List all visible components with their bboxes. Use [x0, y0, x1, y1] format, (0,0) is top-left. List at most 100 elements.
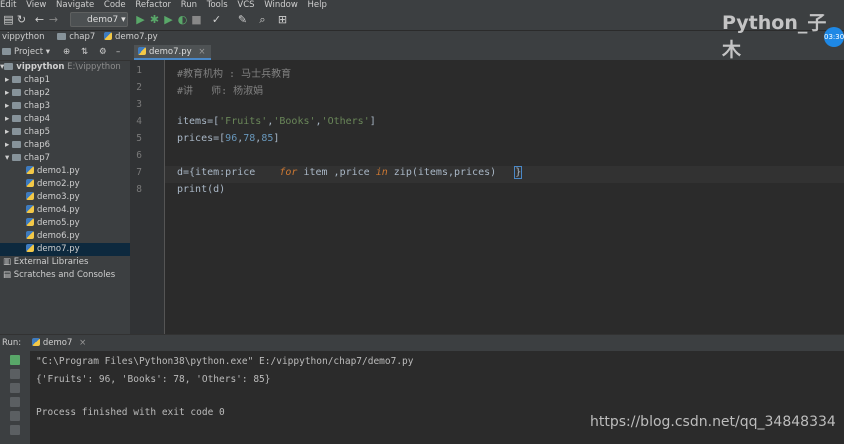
run-console[interactable]: "C:\Program Files\Python38\python.exe" E…	[30, 351, 844, 444]
print-icon[interactable]	[10, 411, 20, 421]
run-config-dropdown[interactable]: demo7 ▾	[70, 12, 128, 27]
trash-icon[interactable]	[10, 425, 20, 435]
folder-icon	[11, 154, 21, 161]
tree-item-chap1[interactable]: ▸ chap1	[0, 74, 135, 87]
expand-arrow-icon: ▾	[5, 153, 10, 163]
tree-item-label: chap3	[23, 101, 51, 111]
line-number: 3	[136, 99, 142, 110]
folder-icon	[11, 115, 21, 122]
tree-item-chap7[interactable]: ▾ chap7	[0, 152, 135, 165]
settings-wrench-icon[interactable]: ✎	[236, 13, 249, 26]
console-output: {'Fruits': 96, 'Books': 78, 'Others': 85…	[36, 374, 271, 385]
tree-scratches[interactable]: ▤ Scratches and Consoles	[0, 269, 133, 282]
structure-icon[interactable]: ⊞	[276, 13, 289, 26]
breadcrumb: vippython chap7 demo7.py	[0, 31, 844, 44]
menu-edit[interactable]: Edit	[0, 0, 16, 10]
run-icon[interactable]: ▶	[134, 13, 147, 26]
tree-item-label: demo5.py	[37, 218, 80, 228]
close-icon[interactable]: ×	[79, 338, 86, 348]
collapse-arrow-icon: ▸	[5, 101, 10, 111]
tree-item-chap5[interactable]: ▸ chap5	[0, 126, 135, 139]
timer-badge: 03:30	[824, 27, 844, 47]
line-number: 4	[136, 116, 142, 127]
menu-refactor[interactable]: Refactor	[135, 0, 171, 10]
folder-icon	[11, 76, 21, 83]
root-name: vippython	[16, 62, 65, 72]
rerun-icon[interactable]	[10, 355, 20, 365]
menu-vcs[interactable]: VCS	[237, 0, 254, 10]
tree-item-label: chap7	[23, 153, 51, 163]
tree-item-label: demo1.py	[37, 166, 80, 176]
tree-item-label: demo6.py	[37, 231, 80, 241]
project-panel-header: Project ▾ ⊕ ⇅ ⚙ –	[0, 44, 130, 61]
root-path: E:\vippython	[67, 62, 121, 72]
code-line-8: print(d)	[177, 184, 226, 195]
tree-item-label: chap1	[23, 75, 51, 85]
python-file-icon	[31, 338, 40, 346]
tree-item-chap3[interactable]: ▸ chap3	[0, 100, 135, 113]
tree-item-chap6[interactable]: ▸ chap6	[0, 139, 135, 152]
search-icon[interactable]: ⌕	[256, 13, 269, 26]
run-config-label: demo7	[87, 15, 119, 25]
tree-item-label: demo7.py	[37, 244, 80, 254]
menu-code[interactable]: Code	[104, 0, 126, 10]
tab-label: demo7.py	[149, 47, 192, 57]
stop-icon[interactable]	[10, 369, 20, 379]
sync-icon[interactable]: ↻	[15, 13, 28, 26]
tree-item-label: chap4	[23, 114, 51, 124]
stop-icon[interactable]: ■	[190, 13, 203, 26]
profile-icon[interactable]: ◐	[176, 13, 189, 26]
run-toolbar	[0, 351, 30, 444]
breadcrumb-file[interactable]: demo7.py	[115, 32, 158, 42]
line-number: 6	[136, 150, 142, 161]
coverage-icon[interactable]: ▶	[162, 13, 175, 26]
close-icon[interactable]: ×	[198, 47, 205, 57]
menu-view[interactable]: View	[26, 0, 46, 10]
python-file-icon	[26, 231, 34, 239]
tree-item-label: demo2.py	[37, 179, 80, 189]
breadcrumb-root[interactable]: vippython	[2, 32, 45, 42]
tree-root[interactable]: ▾ vippython E:\vippython	[0, 61, 130, 74]
scroll-up-icon[interactable]	[10, 383, 20, 393]
console-command: "C:\Program Files\Python38\python.exe" E…	[36, 356, 414, 367]
python-file-icon	[26, 218, 34, 226]
run-tab-demo7[interactable]: demo7	[43, 338, 73, 348]
project-icon	[2, 48, 11, 55]
project-panel-title[interactable]: Project	[14, 47, 43, 57]
python-file-icon	[26, 179, 34, 187]
tree-item-label: chap2	[23, 88, 51, 98]
hide-icon[interactable]: –	[116, 44, 120, 60]
menu-help[interactable]: Help	[307, 0, 326, 10]
back-icon[interactable]: ←	[33, 13, 46, 26]
folder-icon	[11, 102, 21, 109]
target-icon[interactable]: ⊕	[63, 44, 70, 60]
wrap-icon[interactable]	[10, 397, 20, 407]
gear-icon[interactable]: ⚙	[99, 44, 107, 60]
tree-external-libraries[interactable]: ▥ External Libraries	[0, 256, 133, 269]
csdn-url-watermark: https://blog.csdn.net/qq_34848334	[590, 414, 836, 430]
debug-icon[interactable]: ✱	[148, 13, 161, 26]
menu-tools[interactable]: Tools	[207, 0, 228, 10]
tree-item-label: Scratches and Consoles	[13, 270, 116, 280]
code-line-4: items=['Fruits','Books','Others']	[177, 116, 376, 127]
tree-item-label: demo3.py	[37, 192, 80, 202]
toolbar: ▤ ↻ ← → demo7 ▾ ▶ ✱ ▶ ◐ ■ ✓ ✎ ⌕ ⊞	[0, 10, 844, 31]
menu-run[interactable]: Run	[181, 0, 197, 10]
forward-icon[interactable]: →	[47, 13, 60, 26]
vcs-update-icon[interactable]: ✓	[210, 13, 223, 26]
folder-icon	[4, 63, 14, 70]
menu-navigate[interactable]: Navigate	[56, 0, 94, 10]
project-panel: Project ▾ ⊕ ⇅ ⚙ – ▾ vippython E:\vippytho…	[0, 44, 156, 334]
line-number-gutter: 1 2 3 4 5 6 7 8	[130, 60, 165, 335]
collapse-arrow-icon: ▸	[5, 140, 10, 150]
tree-item-chap4[interactable]: ▸ chap4	[0, 113, 135, 126]
collapse-icon[interactable]: ⇅	[81, 44, 88, 60]
tab-demo7[interactable]: demo7.py ×	[134, 45, 212, 60]
breadcrumb-chap7[interactable]: chap7	[69, 32, 95, 42]
collapse-arrow-icon: ▸	[5, 114, 10, 124]
tree-item-chap2[interactable]: ▸ chap2	[0, 87, 135, 100]
line-number: 7	[136, 167, 142, 178]
save-icon[interactable]: ▤	[2, 13, 15, 26]
code-editor[interactable]: #教育机构 : 马士兵教育 #讲 师: 杨淑娟 items=['Fruits',…	[165, 60, 844, 335]
menu-window[interactable]: Window	[264, 0, 298, 10]
